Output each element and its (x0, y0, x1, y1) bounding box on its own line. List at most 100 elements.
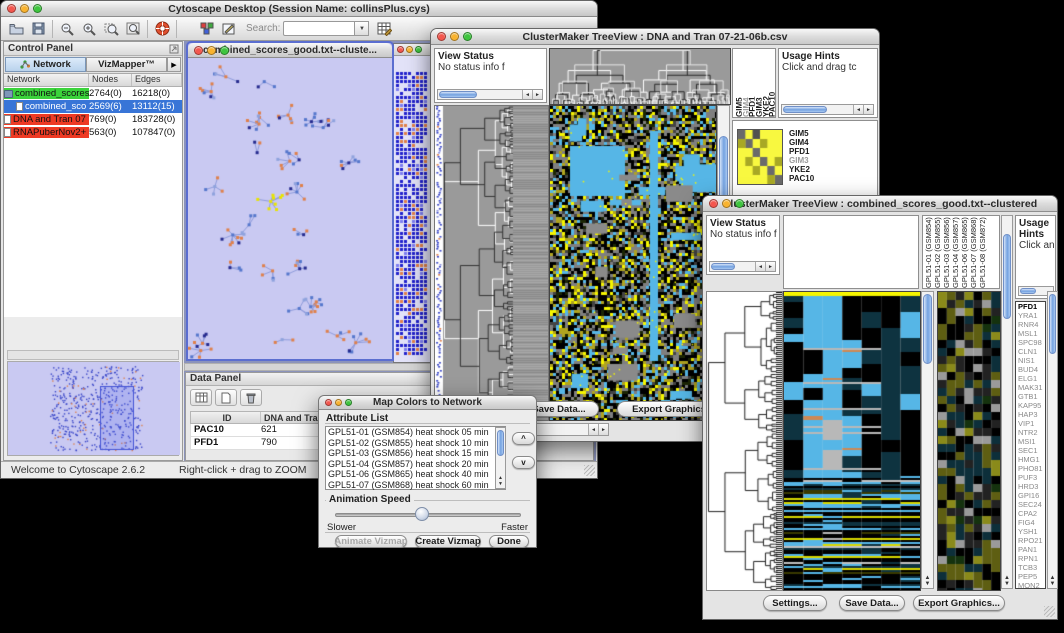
float-panel-icon[interactable] (169, 44, 179, 54)
create-vizmap-button[interactable]: Create Vizmap (415, 535, 481, 548)
close-button[interactable] (194, 46, 203, 55)
zoom-heatmap-canvas[interactable] (937, 291, 1001, 591)
vizmapper-icon[interactable] (196, 19, 218, 39)
gene-label[interactable]: FIG4 (1018, 518, 1045, 527)
dense-network-canvas[interactable] (394, 56, 430, 362)
gene-label[interactable]: NTR2 (1018, 428, 1045, 437)
main-titlebar[interactable]: Cytoscape Desktop (Session Name: collins… (1, 1, 597, 17)
gene-label[interactable]: CPA2 (1018, 509, 1045, 518)
scroll-right-icon[interactable]: ► (598, 424, 608, 435)
close-button[interactable] (709, 199, 718, 208)
minimize-button[interactable] (20, 4, 29, 13)
zoom-selected-icon[interactable] (100, 19, 122, 39)
scroll-left-icon[interactable]: ◄ (755, 262, 765, 271)
gene-label[interactable]: HMG1 (1018, 455, 1045, 464)
column-dendrogram-area[interactable] (783, 215, 919, 289)
annotation-icon[interactable] (218, 19, 240, 39)
gene-label[interactable]: SEC1 (1018, 446, 1045, 455)
attribute-item[interactable]: GPL51-01 (GSM854) heat shock 05 min (326, 427, 505, 438)
treeview2-save-data-button[interactable]: Save Data... (839, 595, 905, 611)
attribute-item[interactable]: GPL51-07 (GSM868) heat shock 60 min (326, 480, 505, 491)
minimize-button[interactable] (335, 399, 342, 406)
zoom-button[interactable] (463, 32, 472, 41)
open-folder-icon[interactable] (5, 19, 27, 39)
heatmap-canvas[interactable] (549, 105, 717, 421)
move-down-button[interactable]: v (512, 456, 535, 469)
gene-list-vscrollbar[interactable]: ▲▼ (1047, 291, 1058, 589)
overview-divider[interactable] (7, 350, 179, 360)
usage-hints-hscrollbar[interactable]: ◄► (781, 104, 874, 115)
scroll-right-icon[interactable]: ► (863, 105, 873, 114)
treeview1-titlebar[interactable]: ClusterMaker TreeView : DNA and Tran 07-… (431, 29, 879, 45)
scroll-arrows[interactable]: ▲▼ (922, 575, 933, 587)
dialog-titlebar[interactable]: Map Colors to Network (319, 396, 536, 410)
gene-label[interactable]: RPO21 (1018, 536, 1045, 545)
zoom-button[interactable] (415, 46, 422, 53)
heatmap-canvas[interactable] (783, 291, 921, 591)
gene-label[interactable]: HRD3 (1018, 482, 1045, 491)
gene-label[interactable]: PHO81 (1018, 464, 1045, 473)
tab-network[interactable]: Network (5, 57, 86, 72)
network-row[interactable]: DNA and Tran 07769(0)183728(0) (4, 113, 182, 126)
attribute-item[interactable]: GPL51-06 (GSM865) heat shock 40 min (326, 469, 505, 480)
attribute-item[interactable]: GPL51-04 (GSM857) heat shock 20 min (326, 459, 505, 470)
attribute-item[interactable]: GPL51-03 (GSM856) heat shock 15 min (326, 448, 505, 459)
scroll-left-icon[interactable]: ◄ (853, 105, 863, 114)
gene-label[interactable]: RPN1 (1018, 554, 1045, 563)
network-canvas[interactable] (188, 58, 392, 359)
gene-label[interactable]: MSI1 (1018, 437, 1045, 446)
minimize-button[interactable] (406, 46, 413, 53)
gene-label[interactable]: SPC98 (1018, 338, 1045, 347)
zoom-button[interactable] (345, 399, 352, 406)
network-row[interactable]: RNAPuberNov2+563(0)107847(0) (4, 126, 182, 139)
gene-label[interactable]: GTB1 (1018, 392, 1045, 401)
close-button[interactable] (437, 32, 446, 41)
gene-label[interactable]: ELG1 (1018, 374, 1045, 383)
gene-label[interactable]: PEP5 (1018, 572, 1045, 581)
new-attribute-icon[interactable] (215, 389, 237, 406)
search-dropdown-arrow-icon[interactable]: ▼ (355, 21, 369, 36)
network-row[interactable]: combined_sco2569(6)13112(15) (4, 100, 182, 113)
move-up-button[interactable]: ^ (512, 432, 535, 445)
zoom-button[interactable] (735, 199, 744, 208)
gene-label[interactable]: PUF3 (1018, 473, 1045, 482)
gene-label[interactable]: BUD4 (1018, 365, 1045, 374)
window-resize-grip[interactable] (584, 465, 595, 476)
select-attributes-icon[interactable] (190, 389, 212, 406)
zoom-heatmap-canvas[interactable] (737, 129, 783, 185)
row-dendrogram-canvas[interactable] (706, 291, 783, 591)
gene-label[interactable]: MSL1 (1018, 329, 1045, 338)
scroll-left-icon[interactable]: ◄ (588, 424, 598, 435)
gene-label[interactable]: VIP1 (1018, 419, 1045, 428)
network-overview-canvas[interactable] (8, 362, 180, 455)
gene-label[interactable]: SEC24 (1018, 500, 1045, 509)
slider-thumb[interactable] (415, 507, 429, 521)
zoom-out-icon[interactable] (56, 19, 78, 39)
network-window-background[interactable] (393, 43, 431, 363)
help-lifering-icon[interactable] (151, 19, 173, 39)
minimize-button[interactable] (207, 46, 216, 55)
gene-label[interactable]: KAP95 (1018, 401, 1045, 410)
treeview2-settings-button[interactable]: Settings... (763, 595, 827, 611)
column-dendrogram-canvas[interactable] (549, 48, 731, 105)
row-dendrogram-canvas[interactable] (434, 105, 549, 421)
view-status-hscrollbar[interactable]: ◄► (709, 261, 776, 272)
gene-label[interactable]: YRA1 (1018, 311, 1045, 320)
animate-vizmap-button[interactable]: Animate Vizmap (335, 535, 407, 548)
attribute-list-vscrollbar[interactable]: ▲▼ (495, 427, 506, 489)
treeview2-export-graphics-button[interactable]: Export Graphics... (913, 595, 1005, 611)
window-resize-grip[interactable] (1044, 606, 1055, 617)
minimize-button[interactable] (450, 32, 459, 41)
scroll-arrows[interactable]: ▲▼ (496, 475, 505, 487)
heatmap-vscrollbar[interactable]: ▲▼ (921, 291, 934, 589)
zoom-in-icon[interactable] (78, 19, 100, 39)
network-overview[interactable] (7, 361, 179, 456)
gene-label[interactable]: CLN1 (1018, 347, 1045, 356)
scroll-arrows[interactable]: ▲▼ (1048, 575, 1057, 587)
gene-label[interactable]: NIS1 (1018, 356, 1045, 365)
scroll-right-icon[interactable]: ► (765, 262, 775, 271)
tab-overflow-arrow-icon[interactable]: ▶ (167, 57, 181, 72)
attribute-browser-icon[interactable] (373, 19, 395, 39)
scroll-right-icon[interactable]: ► (532, 90, 542, 99)
gene-label[interactable]: GPI16 (1018, 491, 1045, 500)
